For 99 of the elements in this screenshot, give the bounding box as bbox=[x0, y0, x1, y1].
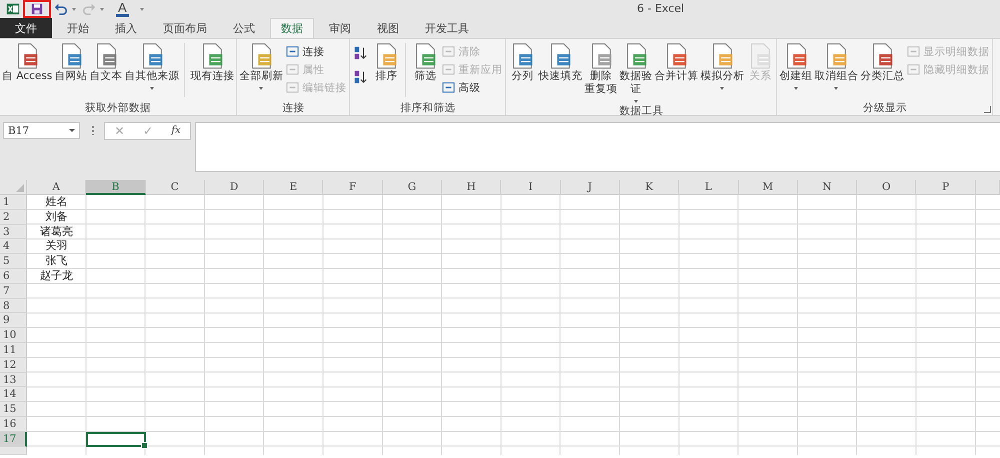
excel-logo-icon[interactable] bbox=[6, 2, 20, 16]
panel-icon bbox=[907, 45, 920, 58]
caret-icon[interactable] bbox=[100, 8, 104, 10]
ribbon-button[interactable]: 全部刷新 bbox=[238, 41, 284, 91]
column-header[interactable]: L bbox=[679, 180, 739, 195]
row-header[interactable]: 13 bbox=[0, 372, 27, 388]
group-label: 连接 bbox=[282, 101, 304, 115]
ribbon-button[interactable]: 自 Access bbox=[1, 41, 54, 84]
panel-icon bbox=[907, 63, 920, 76]
table-cell-text: 张飞 bbox=[44, 254, 69, 269]
group-label: 分级显示 bbox=[862, 101, 907, 115]
ribbon-tab[interactable]: 插入 bbox=[104, 18, 148, 38]
ribbon-button[interactable]: 排序 bbox=[371, 41, 402, 84]
row-header[interactable]: 3 bbox=[0, 224, 27, 240]
ribbon-button[interactable]: 快速填充 bbox=[537, 41, 584, 84]
row-header[interactable]: 17 bbox=[0, 432, 27, 447]
row-header[interactable]: 5 bbox=[0, 254, 27, 269]
panel-icon bbox=[442, 63, 456, 76]
ribbon-button[interactable]: 连接 bbox=[284, 43, 348, 60]
table-cell-text: 刘备 bbox=[44, 210, 69, 225]
row-header[interactable]: 4 bbox=[0, 239, 27, 254]
column-header[interactable]: M bbox=[738, 180, 798, 195]
table-cell-text: 关羽 bbox=[44, 239, 69, 254]
ribbon-tab[interactable]: 页面布局 bbox=[152, 18, 218, 38]
row-header[interactable]: 15 bbox=[0, 402, 27, 417]
ribbon-button[interactable]: 数据验 证 bbox=[618, 41, 654, 104]
caret-icon[interactable] bbox=[794, 87, 798, 90]
row-header[interactable]: 14 bbox=[0, 387, 27, 402]
ribbon-tab[interactable]: 文件 bbox=[0, 18, 52, 38]
row-header[interactable]: 10 bbox=[0, 328, 27, 343]
column-header[interactable]: A bbox=[27, 180, 86, 195]
row-header[interactable]: 2 bbox=[0, 210, 27, 225]
panel-icon bbox=[442, 81, 456, 94]
ribbon-button[interactable]: 创建组 bbox=[778, 41, 814, 91]
ribbon-button[interactable]: 自文本 bbox=[88, 41, 124, 84]
column-header[interactable]: F bbox=[323, 180, 383, 195]
ribbon-button[interactable]: 高级 bbox=[440, 79, 504, 96]
ribbon-button[interactable]: 现有连接 bbox=[189, 41, 236, 84]
group-label: 获取外部数据 bbox=[85, 101, 152, 115]
caret-icon[interactable] bbox=[150, 87, 154, 90]
column-header[interactable]: D bbox=[204, 180, 264, 195]
column-header[interactable]: P bbox=[916, 180, 976, 195]
column-header[interactable]: G bbox=[382, 180, 442, 195]
column-header[interactable]: N bbox=[798, 180, 858, 195]
ribbon-tab[interactable]: 数据 bbox=[270, 18, 314, 38]
row-header[interactable]: 12 bbox=[0, 358, 27, 373]
caret-icon[interactable] bbox=[72, 8, 76, 10]
sort-ascending-icon[interactable] bbox=[353, 45, 368, 61]
ribbon-button[interactable]: 自其他来源 bbox=[123, 41, 180, 91]
ribbon-button[interactable]: 分列 bbox=[507, 41, 538, 84]
row-header[interactable]: 7 bbox=[0, 284, 27, 299]
caret-icon[interactable] bbox=[720, 87, 724, 90]
sort-descending-icon[interactable] bbox=[353, 69, 368, 85]
row-header[interactable]: 8 bbox=[0, 298, 27, 314]
ribbon-button[interactable]: 筛选 bbox=[410, 41, 440, 84]
insert-function-button[interactable]: fx bbox=[167, 124, 185, 138]
panel-icon bbox=[286, 81, 300, 94]
group-label: 数据工具 bbox=[619, 104, 664, 118]
ribbon-tab[interactable]: 视图 bbox=[366, 18, 410, 38]
undo-icon[interactable] bbox=[54, 2, 68, 16]
column-header[interactable]: E bbox=[264, 180, 324, 195]
caret-icon[interactable] bbox=[259, 87, 264, 90]
save-icon bbox=[31, 3, 43, 15]
panel-icon bbox=[442, 45, 456, 58]
caret-icon[interactable] bbox=[834, 87, 838, 90]
panel-icon bbox=[286, 63, 300, 76]
row-header[interactable]: 9 bbox=[0, 313, 27, 328]
ribbon-tab[interactable]: 开始 bbox=[56, 18, 100, 38]
column-header[interactable]: K bbox=[620, 180, 680, 195]
row-header[interactable]: 6 bbox=[0, 268, 27, 284]
row-header[interactable]: 11 bbox=[0, 342, 27, 358]
caret-icon[interactable] bbox=[634, 100, 638, 103]
worksheet-grid[interactable]: 1 姓名 2 刘备 3 诸葛亮 4 关羽 5 张飞 6 赵子龙 7 8 9 10 11 12 13 14 15 16 17 bbox=[0, 195, 1000, 455]
formula-input-field[interactable] bbox=[195, 122, 1000, 172]
column-header[interactable]: C bbox=[146, 180, 205, 195]
group-label: 排序和筛选 bbox=[400, 101, 456, 115]
table-cell-text: 赵子龙 bbox=[39, 268, 74, 284]
ribbon-tab[interactable]: 公式 bbox=[222, 18, 266, 38]
ribbon-button[interactable]: 自网站 bbox=[53, 41, 88, 84]
ribbon-button[interactable]: 取消组合 bbox=[813, 41, 860, 91]
window-title: 6 - Excel bbox=[637, 2, 684, 15]
row-header[interactable]: 16 bbox=[0, 416, 27, 432]
ribbon-button[interactable]: 分类汇总 bbox=[859, 41, 906, 84]
ribbon-button[interactable]: 模拟分析 bbox=[699, 41, 746, 91]
column-header[interactable]: I bbox=[501, 180, 561, 195]
column-header[interactable]: J bbox=[560, 180, 620, 195]
name-box[interactable]: B17 bbox=[3, 122, 80, 139]
row-header[interactable]: 1 bbox=[0, 195, 27, 210]
table-cell-text: 诸葛亮 bbox=[39, 224, 74, 240]
dialog-launcher-icon[interactable] bbox=[984, 106, 992, 113]
ribbon-tab[interactable]: 开发工具 bbox=[414, 18, 480, 38]
column-header[interactable]: H bbox=[442, 180, 502, 195]
panel-icon bbox=[286, 45, 300, 58]
ribbon-button[interactable]: 合并计算 bbox=[653, 41, 700, 84]
column-header[interactable]: O bbox=[857, 180, 916, 195]
table-cell-text: 姓名 bbox=[44, 195, 69, 210]
customize-caret-icon[interactable] bbox=[140, 8, 144, 10]
ribbon-tab[interactable]: 审阅 bbox=[318, 18, 362, 38]
ribbon-button[interactable]: 删除 重复项 bbox=[583, 41, 618, 97]
